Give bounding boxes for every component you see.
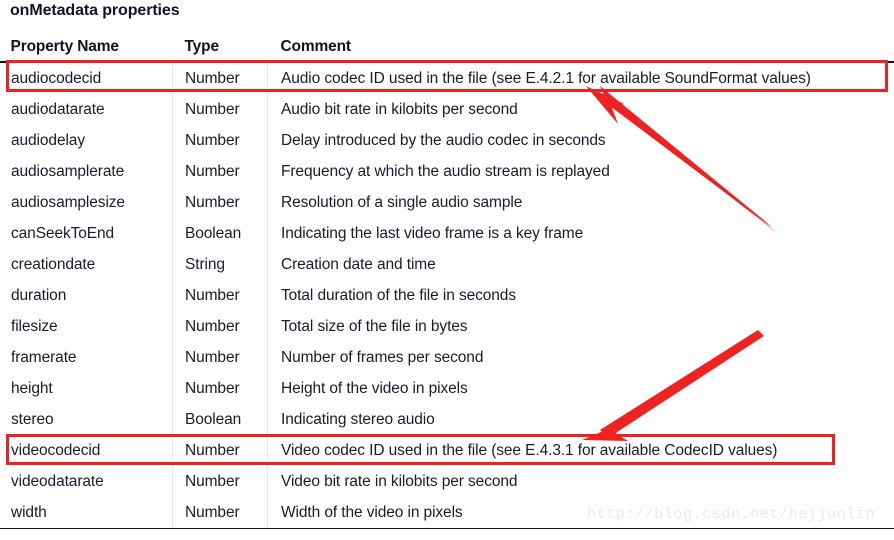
table-row: audiosamplerate Number Frequency at which … [1,156,894,187]
cell-comment: Delay introduced by the audio codec in s… [267,125,894,156]
table-row: stereo Boolean Indicating stereo audio [1,404,894,435]
cell-comment: Total size of the file in bytes [267,311,894,342]
cell-property-name: audiocodecid [11,69,102,87]
cell-type: Boolean [172,218,268,249]
table-row: audiosamplesize Number Resolution of a sin… [1,187,894,218]
cell-type: Number [172,62,268,94]
table-row: audiodatarate Number Audio bit rate in kil… [1,94,894,125]
cell-type: Number [172,435,268,466]
cell-comment: Audio bit rate in kilobits per second [267,94,894,125]
column-header-type: Type [172,30,268,63]
cell-property-name: height [11,379,53,397]
cell-type: Number [172,311,268,342]
cell-property-name: duration [11,286,67,304]
cell-type: Number [172,156,268,187]
table-row: canSeekToEnd Boolean Indicating the last v… [1,218,894,249]
table-header: Property Name Type Comment [0,30,894,63]
cell-type: Number [172,280,268,311]
cell-comment: Video codec ID used in the file (see E.4… [267,435,894,466]
table-row: height Number Height of the video in pixel… [1,373,894,404]
cell-comment: Total duration of the file in seconds [267,280,894,311]
cell-comment: Resolution of a single audio sample [267,187,894,218]
document-page: onMetadata properties Property Name Type… [0,0,894,540]
cell-type: Number [172,373,268,404]
cell-property-name: stereo [11,410,54,428]
cell-type: Number [172,497,268,529]
cell-type: Number [172,125,268,156]
table-row: creationdate String Creation date and time [1,249,894,280]
cell-type: Boolean [172,404,268,435]
cell-property-name: audiosamplerate [11,162,125,180]
cell-comment: Indicating stereo audio [267,404,894,435]
cell-property-name: width [0,497,173,529]
table-body: audiocodecid Number Audio codec ID used in… [0,62,894,529]
cell-property-name: audiodatarate [11,100,105,118]
cell-type: Number [172,342,268,373]
site-watermark: http://blog.csdn.net/hejjunlin [587,506,876,523]
cell-type: String [172,249,268,280]
cell-comment: Height of the video in pixels [267,373,894,404]
table-row: duration Number Total duration of the file… [1,280,894,311]
table-row: framerate Number Number of frames per seco… [1,342,894,373]
cell-type: Number [172,94,268,125]
column-header-property-name: Property Name [0,30,173,63]
cell-property-name: audiosamplesize [11,193,125,211]
cell-comment: Number of frames per second [267,342,894,373]
cell-comment: Indicating the last video frame is a key… [267,218,894,249]
page-title: onMetadata properties [10,2,180,19]
cell-comment: Audio codec ID used in the file (see E.4… [267,62,894,94]
table-row: filesize Number Total size of the file in … [1,311,894,342]
cell-property-name: canSeekToEnd [11,224,115,242]
cell-property-name: framerate [11,348,77,366]
table-row: videodatarate Number Video bit rate in kil… [1,466,894,497]
cell-comment: Frequency at which the audio stream is r… [267,156,894,187]
table-row: audiocodecid Number Audio codec ID used in… [1,62,894,94]
cell-property-name: filesize [11,317,58,335]
cell-type: Number [172,466,268,497]
table-row: videocodecid Number Video codec ID used in… [1,435,894,466]
onmetadata-properties-table: Property Name Type Comment audiocodecid N… [0,30,894,529]
cell-property-name: audiodelay [11,131,85,149]
column-header-comment: Comment [267,30,894,63]
cell-comment: Video bit rate in kilobits per second [267,466,894,497]
cell-comment: Creation date and time [267,249,894,280]
cell-property-name: videocodecid [11,441,101,459]
cell-property-name: creationdate [11,255,96,273]
cell-property-name: videodatarate [11,472,104,490]
table-row: audiodelay Number Delay introduced by the … [1,125,894,156]
table-header-row: Property Name Type Comment [0,30,894,63]
cell-type: Number [172,187,268,218]
